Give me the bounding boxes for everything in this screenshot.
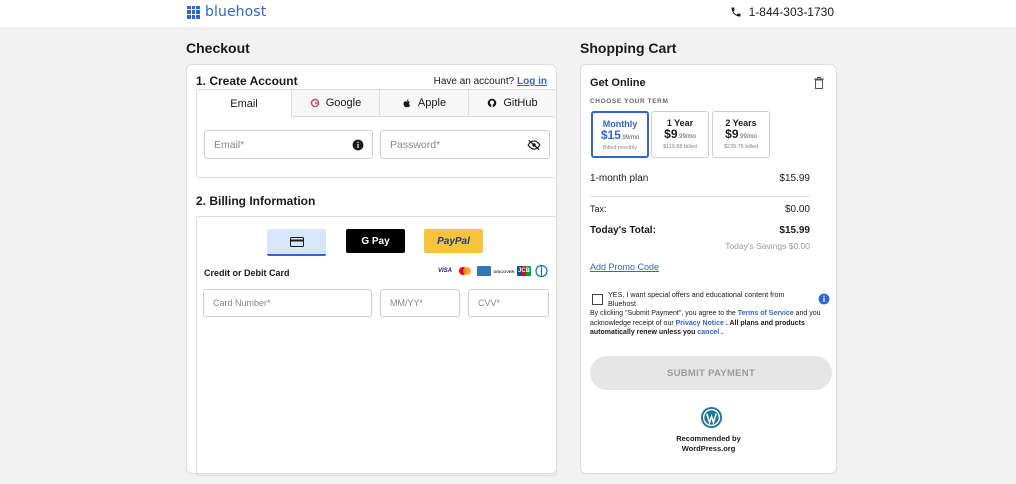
plan-row: 1-month plan $15.99	[590, 173, 810, 184]
google-icon	[310, 98, 319, 108]
total-value: $15.99	[779, 225, 810, 236]
wordpress-icon	[700, 406, 723, 429]
info-icon[interactable]	[818, 293, 830, 305]
pay-with-card-button[interactable]	[267, 229, 326, 256]
signup-method-box: Email Google Apple GitHub Email* Passwor…	[196, 89, 557, 178]
jcb-icon: JCB	[517, 266, 531, 276]
create-account-heading: 1. Create Account	[196, 74, 298, 88]
diners-icon	[535, 265, 548, 277]
tab-email[interactable]: Email	[197, 90, 291, 117]
have-account-text: Have an account?	[433, 76, 515, 87]
terms-of-service-link[interactable]: Terms of Service	[738, 310, 794, 317]
amex-icon	[477, 266, 491, 276]
bluehost-logo[interactable]: bluehost	[187, 4, 266, 20]
term-monthly[interactable]: Monthly $15.99/mo Billed monthly	[591, 111, 649, 158]
expiry-placeholder: MM/YY*	[390, 298, 424, 308]
have-account: Have an account? Log in	[434, 76, 547, 87]
add-promo-code-link[interactable]: Add Promo Code	[590, 262, 659, 272]
term-billed: Billed monthly	[602, 145, 638, 151]
plan-label: 1-month plan	[590, 173, 649, 184]
signup-tabs: Email Google Apple GitHub	[197, 90, 556, 117]
top-bar: bluehost 1-844-303-1730	[0, 0, 1016, 27]
mastercard-icon	[457, 266, 473, 276]
term-name: 1 Year	[666, 118, 694, 128]
logo-grid-icon	[187, 5, 200, 19]
tax-value: $0.00	[784, 204, 810, 215]
term-name: 2 Years	[725, 118, 757, 128]
term-2-years[interactable]: 2 Years $9.99/mo $239.76 billed	[712, 111, 770, 158]
card-icon	[289, 236, 304, 247]
phone-number: 1-844-303-1730	[748, 5, 834, 19]
cvv-placeholder: CVV*	[478, 298, 501, 308]
github-icon	[488, 98, 497, 108]
card-number-field[interactable]: Card Number*	[203, 289, 372, 317]
billing-box: G Pay PayPal Credit or Debit Card VISA D…	[196, 216, 557, 476]
cart-card: Get Online CHOOSE YOUR TERM Monthly $15.…	[580, 64, 837, 474]
term-billed: $239.76 billed	[723, 144, 759, 150]
password-field[interactable]: Password*	[380, 130, 550, 159]
email-field[interactable]: Email*	[204, 130, 373, 159]
total-row: Today's Total: $15.99	[590, 225, 810, 236]
checkout-title: Checkout	[186, 40, 250, 56]
trash-icon[interactable]	[814, 77, 824, 89]
total-label: Today's Total:	[590, 225, 656, 236]
term-1-year[interactable]: 1 Year $9.99/mo $119.88 billed	[651, 111, 709, 158]
logo-text: bluehost	[205, 4, 267, 20]
checkout-card: 1. Create Account Have an account? Log i…	[186, 64, 557, 476]
gpay-label: G Pay	[361, 235, 390, 247]
expiry-field[interactable]: MM/YY*	[380, 289, 460, 317]
choose-term-label: CHOOSE YOUR TERM	[590, 98, 669, 105]
product-name: Get Online	[590, 77, 646, 89]
cancel-link[interactable]: cancel	[697, 329, 719, 336]
tab-google-label: Google	[325, 97, 362, 109]
credit-card-label: Credit or Debit Card	[204, 268, 290, 278]
visa-icon: VISA	[437, 268, 452, 274]
phone-icon	[731, 7, 741, 17]
term-billed: $119.88 billed	[663, 144, 697, 150]
discover-icon: DISCOVER	[493, 268, 515, 274]
tab-apple-label: Apple	[417, 97, 447, 109]
term-price: $9.99/mo	[725, 127, 757, 141]
savings-row: Today's Savings $0.00	[590, 241, 810, 251]
offers-checkbox[interactable]	[592, 294, 603, 305]
phone-link[interactable]: 1-844-303-1730	[730, 5, 834, 19]
apple-icon	[403, 99, 410, 108]
eye-off-icon[interactable]	[527, 139, 541, 151]
plan-price: $15.99	[779, 173, 810, 184]
paypal-label: PayPal	[437, 235, 470, 247]
info-icon[interactable]	[352, 139, 364, 151]
submit-payment-button[interactable]: SUBMIT PAYMENT	[590, 356, 832, 390]
offers-text: YES, I want special offers and education…	[608, 290, 785, 308]
password-placeholder: Password*	[390, 139, 441, 151]
privacy-notice-link[interactable]: Privacy Notice	[676, 320, 724, 327]
shopping-cart-title: Shopping Cart	[580, 40, 677, 56]
tab-github[interactable]: GitHub	[468, 90, 556, 117]
divider	[590, 196, 810, 197]
savings-text: Today's Savings $0.00	[725, 241, 810, 251]
term-price: $15.99/mo	[600, 128, 640, 142]
billing-heading: 2. Billing Information	[196, 194, 316, 208]
recommended-by: Recommended by WordPress.org	[676, 434, 741, 453]
card-number-placeholder: Card Number*	[213, 298, 271, 308]
paypal-button[interactable]: PayPal	[424, 229, 483, 253]
tab-google[interactable]: Google	[291, 90, 379, 117]
cvv-field[interactable]: CVV*	[468, 289, 549, 317]
google-pay-button[interactable]: G Pay	[346, 229, 405, 253]
legal-text: By clicking "Submit Payment", you agree …	[590, 310, 821, 336]
login-link[interactable]: Log in	[517, 76, 547, 87]
card-brands: VISA DISCOVER JCB	[437, 265, 548, 277]
tab-email-label: Email	[230, 97, 258, 110]
tab-github-label: GitHub	[503, 97, 538, 109]
term-price: $9.99/mo	[664, 127, 696, 141]
email-placeholder: Email*	[214, 139, 245, 151]
tax-label: Tax:	[590, 204, 607, 214]
tab-apple[interactable]: Apple	[379, 90, 468, 117]
tax-row: Tax: $0.00	[590, 204, 810, 215]
